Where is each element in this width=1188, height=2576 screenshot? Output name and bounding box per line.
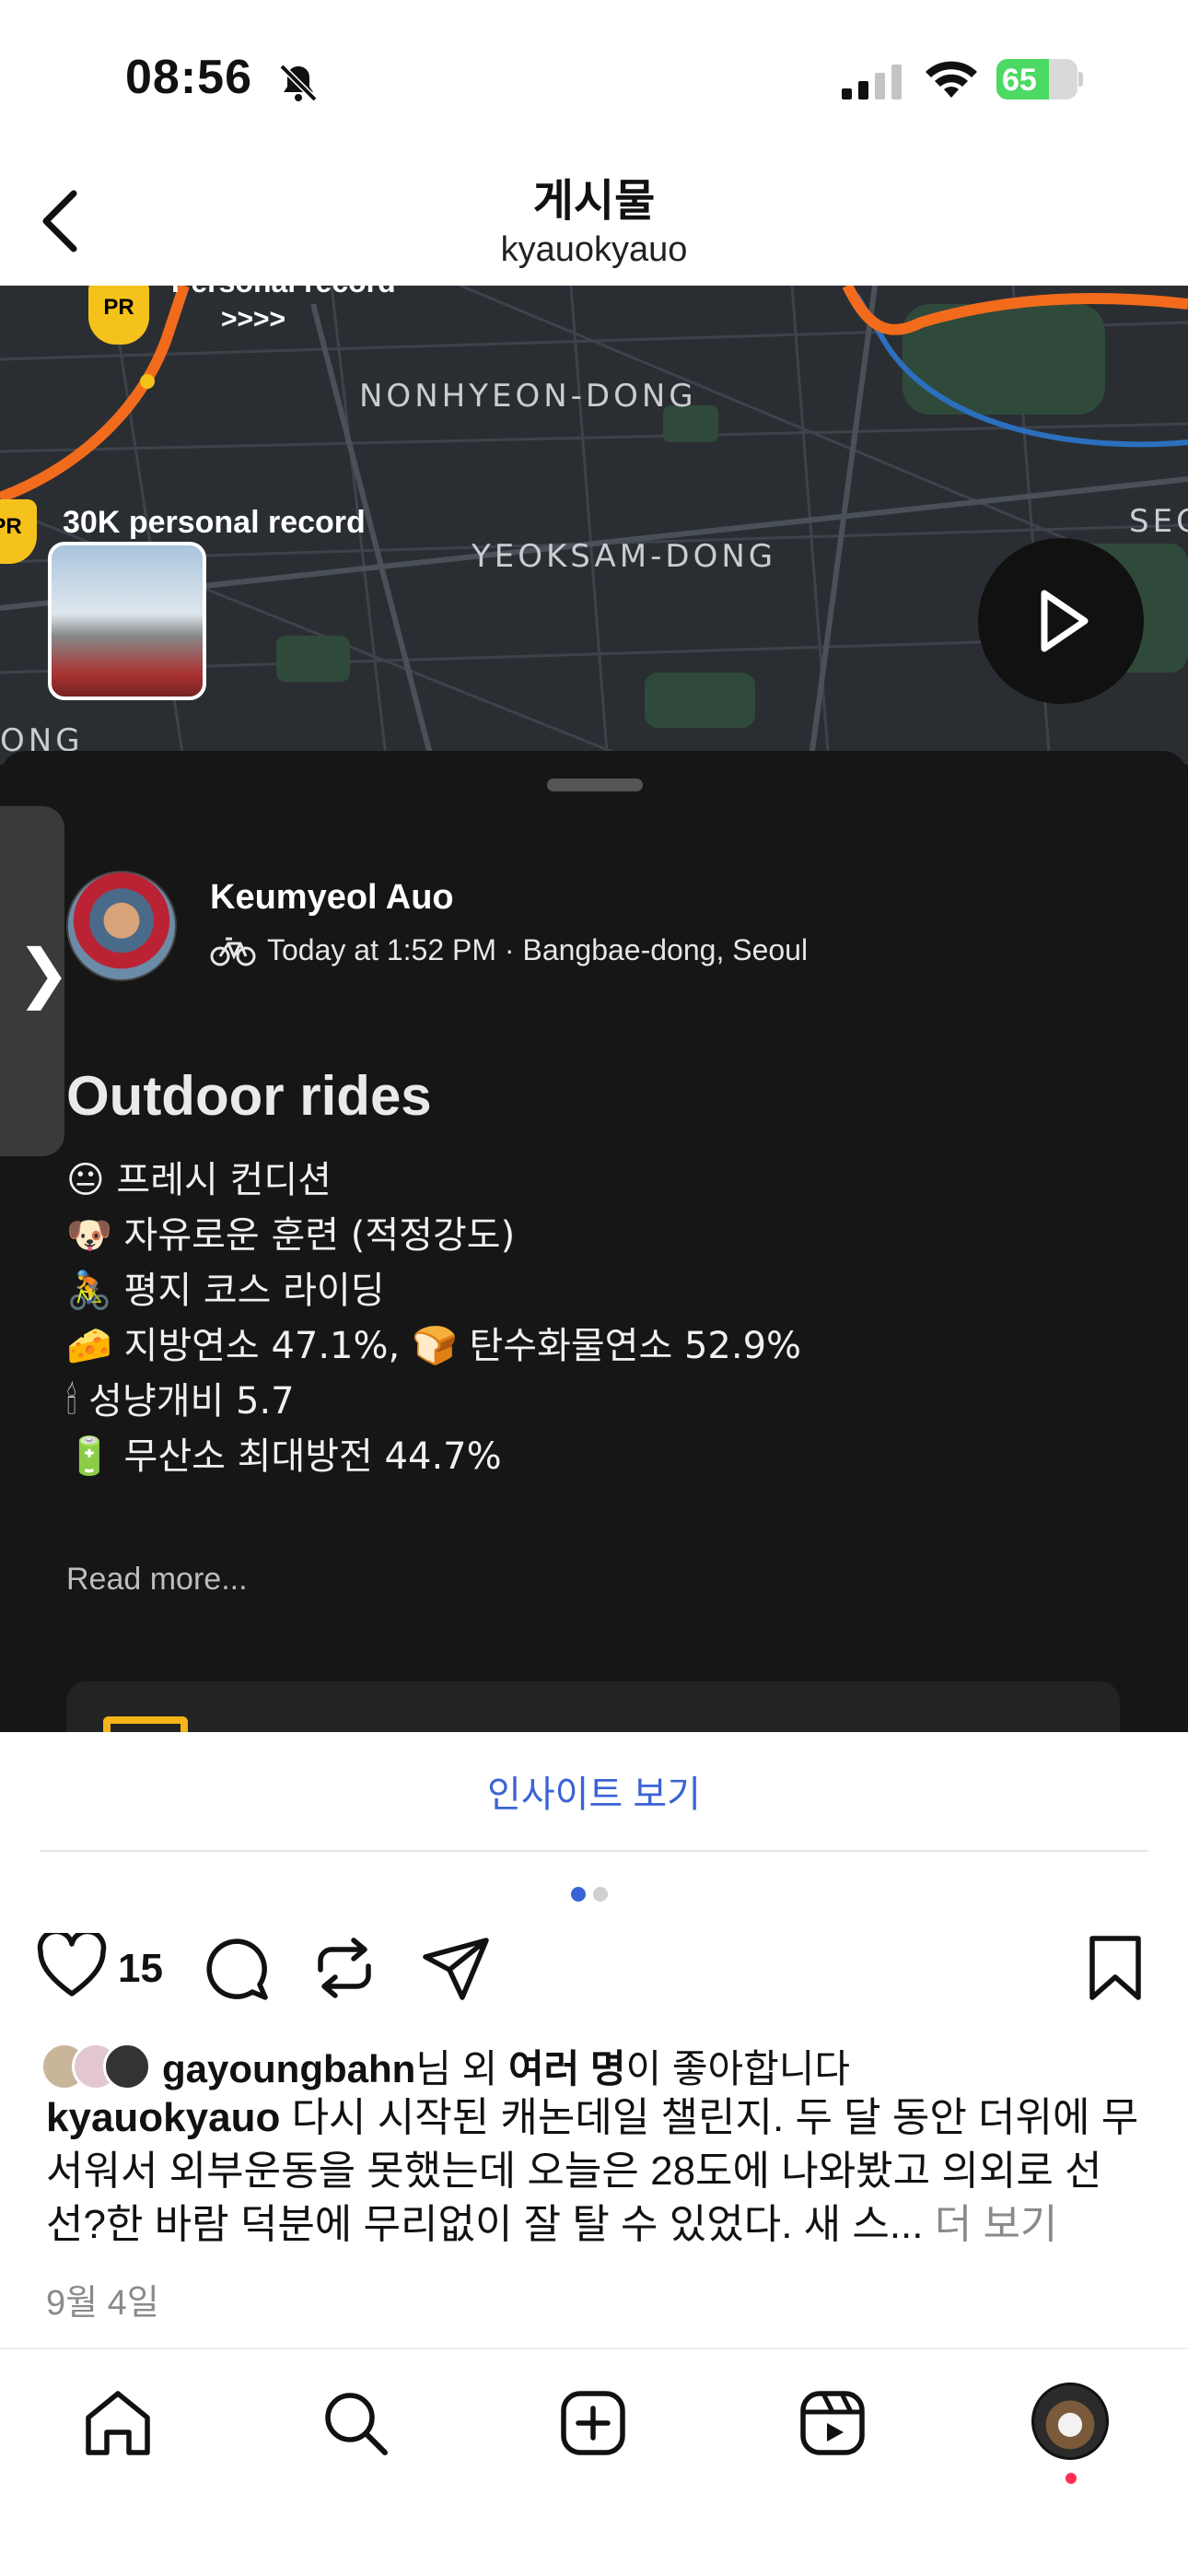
likes-summary[interactable]: gayoungbahn님 외 여러 명이 좋아합니다 bbox=[41, 2038, 850, 2094]
bottom-tab-bar bbox=[0, 2348, 1188, 2576]
activity-meta: Today at 1:52 PM · Bangbae-dong, Seoul bbox=[210, 933, 808, 967]
activity-meta-text: Today at 1:52 PM · Bangbae-dong, Seoul bbox=[267, 933, 809, 966]
play-icon bbox=[1041, 590, 1089, 652]
chevron-right-icon: ❯ bbox=[17, 937, 71, 1009]
caption-username[interactable]: kyauokyauo bbox=[46, 2095, 280, 2140]
stat-line: 🚴 평지 코스 라이딩 bbox=[66, 1270, 385, 1312]
post-actions: 15 bbox=[0, 1926, 1188, 2008]
activity-user-avatar[interactable] bbox=[66, 871, 177, 981]
bookmark-icon[interactable] bbox=[1083, 1933, 1147, 2003]
map-label-sec: SEC bbox=[1129, 503, 1188, 540]
map-label-nonhyeon: NONHYEON-DONG bbox=[359, 378, 697, 415]
page-title: 게시물 bbox=[532, 177, 656, 226]
carousel-dot-active bbox=[571, 1887, 586, 1902]
read-more-link[interactable]: Read more... bbox=[66, 1562, 248, 1598]
pr-arrows: >>>> bbox=[221, 304, 286, 334]
activity-sheet: ❯ Keumyeol Auo Today at 1:52 PM · Bangba… bbox=[0, 751, 1188, 1732]
activity-title: Outdoor rides bbox=[66, 1065, 432, 1127]
envelope-icon bbox=[103, 1716, 188, 1732]
wifi-icon bbox=[926, 61, 977, 98]
status-bar: 08:56 65 bbox=[0, 0, 1188, 157]
stat-line: 🔋 무산소 최대방전 44.7% bbox=[66, 1435, 502, 1478]
share-icon[interactable] bbox=[422, 1933, 492, 2003]
bike-icon bbox=[210, 937, 256, 966]
divider bbox=[41, 1850, 1147, 1852]
pr-label-30k: 30K personal record bbox=[63, 505, 366, 540]
liker-avatar bbox=[103, 2042, 151, 2090]
side-expand-tab[interactable]: ❯ bbox=[0, 806, 71, 1156]
activity-user-name[interactable]: Keumyeol Auo bbox=[210, 878, 454, 918]
reels-icon[interactable] bbox=[796, 2386, 869, 2460]
post-caption: kyauokyauo 다시 시작된 캐논데일 챌린지. 두 달 동안 더위에 무… bbox=[46, 2091, 1151, 2252]
post-image[interactable]: PR Personal record >>>> NONHYEON-DONG YE… bbox=[0, 286, 1188, 1732]
ride-photo-thumbnail[interactable] bbox=[48, 542, 206, 700]
mail-card-peek[interactable] bbox=[66, 1681, 1120, 1732]
activity-stats: 😐 프레시 컨디션 🐶 자유로운 훈련 (적정강도) 🚴 평지 코스 라이딩 🧀… bbox=[66, 1153, 801, 1484]
page-subtitle-username[interactable]: kyauokyauo bbox=[0, 230, 1188, 270]
stat-line: 😐 프레시 컨디션 bbox=[66, 1159, 332, 1201]
repost-icon[interactable] bbox=[309, 1933, 379, 2003]
like-count[interactable]: 15 bbox=[118, 1946, 163, 1992]
home-icon[interactable] bbox=[81, 2386, 155, 2460]
stat-line: 🐶 자유로운 훈련 (적정강도) bbox=[66, 1214, 516, 1257]
bell-slash-icon bbox=[279, 64, 318, 102]
sheet-handle[interactable] bbox=[547, 779, 643, 791]
carousel-dot bbox=[593, 1887, 608, 1902]
battery-icon: 65 bbox=[996, 59, 1083, 101]
stat-line: 🧀 지방연소 47.1%, 🍞 탄수화물연소 52.9% bbox=[66, 1325, 802, 1367]
notification-dot bbox=[1066, 2473, 1077, 2484]
stat-line: 🕯 성냥개비 5.7 bbox=[66, 1380, 295, 1423]
pr-label-top: Personal record bbox=[171, 286, 396, 299]
liker-username[interactable]: gayoungbahn bbox=[162, 2047, 415, 2090]
battery-percent: 65 bbox=[1002, 63, 1037, 98]
map-label-yeoksam: YEOKSAM-DONG bbox=[472, 538, 777, 575]
heart-icon[interactable] bbox=[37, 1933, 107, 1999]
signal-icon bbox=[842, 64, 902, 100]
likes-text: gayoungbahn님 외 여러 명이 좋아합니다 bbox=[162, 2047, 851, 2090]
caption-more-link[interactable]: 더 보기 bbox=[924, 2202, 1058, 2247]
route-map: PR Personal record >>>> NONHYEON-DONG YE… bbox=[0, 286, 1188, 765]
status-time: 08:56 bbox=[125, 51, 252, 104]
create-icon[interactable] bbox=[556, 2386, 630, 2460]
search-icon[interactable] bbox=[319, 2386, 392, 2460]
post-date: 9월 4일 bbox=[46, 2284, 159, 2323]
view-insights-link[interactable]: 인사이트 보기 bbox=[0, 1764, 1188, 1818]
play-button[interactable] bbox=[978, 538, 1144, 704]
pr-badge-top: PR bbox=[88, 286, 149, 345]
carousel-dots bbox=[571, 1887, 615, 1906]
post-header: 게시물 kyauokyauo bbox=[0, 157, 1188, 286]
comment-icon[interactable] bbox=[201, 1933, 271, 2003]
profile-tab-avatar[interactable] bbox=[1031, 2383, 1109, 2460]
